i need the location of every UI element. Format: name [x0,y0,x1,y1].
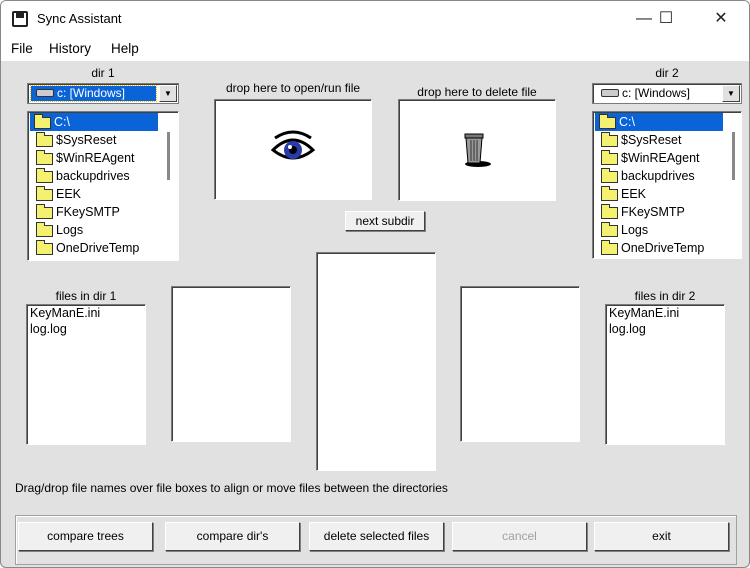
compare-dirs-button[interactable]: compare dir's [165,522,300,551]
eye-icon [270,130,316,160]
tree-item-label: EEK [621,187,647,201]
tree-item-label: $SysReset [621,133,682,147]
trash-icon [464,133,491,167]
next-subdir-button[interactable]: next subdir [345,211,425,231]
dir1-drive-select[interactable]: c: [Windows] ▼ [27,83,179,104]
tree-item[interactable]: C:\ [595,113,723,131]
tree-item[interactable]: OneDriveTemp [32,239,139,257]
tree-item[interactable]: OneDriveTemp [597,239,704,257]
close-button[interactable]: ✕ [698,7,744,31]
cancel-button[interactable]: cancel [452,522,587,551]
status-text: Drag/drop file names over file boxes to … [15,481,448,495]
tree-item-label: backupdrives [56,169,130,183]
drop-open-label: drop here to open/run file [225,81,361,95]
tree-item-label: C:\ [619,115,635,129]
drive-icon [601,89,619,97]
chevron-down-icon[interactable]: ▼ [159,85,177,102]
open-folder-icon [599,114,616,129]
files-dir1-list[interactable]: KeyManE.ini log.log [26,304,146,445]
tree-item-label: FKeySMTP [621,205,685,219]
folder-icon [601,168,618,183]
tree-item[interactable]: FKeySMTP [32,203,120,221]
folder-icon [601,150,618,165]
drop-delete-zone[interactable] [398,99,556,201]
tree-item[interactable]: backupdrives [597,167,695,185]
tree-item-label: OneDriveTemp [621,241,705,255]
dir1-drive-value: c: [Windows] [57,86,126,100]
tree-item[interactable]: backupdrives [32,167,130,185]
list-item[interactable]: log.log [30,322,67,336]
align-box-right[interactable] [460,286,580,442]
folder-icon [601,132,618,147]
exit-button[interactable]: exit [594,522,729,551]
menu-help[interactable]: Help [111,41,139,56]
open-folder-icon [34,114,51,129]
folder-icon [36,186,53,201]
chevron-down-icon[interactable]: ▼ [722,85,740,102]
dir1-label: dir 1 [91,66,115,80]
floppy-disk-icon [12,11,28,27]
tree-item[interactable]: $WinREAgent [597,149,700,167]
menu-history[interactable]: History [49,41,91,56]
dir2-tree[interactable]: C:\ $SysReset $WinREAgent backupdrives EEK FK… [592,111,742,259]
folder-icon [36,132,53,147]
tree-item[interactable]: Logs [32,221,83,239]
tree-item-label: C:\ [54,115,70,129]
drop-delete-label: drop here to delete file [417,85,537,99]
align-box-center[interactable] [316,252,436,471]
scrollbar-thumb[interactable] [732,132,735,180]
tree-item[interactable]: EEK [32,185,81,203]
tree-item[interactable]: $SysReset [32,131,116,149]
app-window: Sync Assistant — ☐ ✕ File History Help d… [0,0,750,568]
list-item[interactable]: log.log [609,322,646,336]
folder-icon [601,240,618,255]
window-title: Sync Assistant [37,11,122,26]
files-dir2-list[interactable]: KeyManE.ini log.log [605,304,725,445]
dir2-drive-value: c: [Windows] [622,86,691,100]
dir2-drive-select[interactable]: c: [Windows] ▼ [592,83,742,104]
dir2-label: dir 2 [655,66,679,80]
tree-item[interactable]: C:\ [30,113,158,131]
menu-file[interactable]: File [11,41,33,56]
tree-item[interactable]: FKeySMTP [597,203,685,221]
dir1-tree[interactable]: C:\ $SysReset $WinREAgent backupdrives EEK FK… [27,111,179,261]
folder-icon [36,222,53,237]
folder-icon [36,168,53,183]
tree-item-label: EEK [56,187,82,201]
delete-selected-files-button[interactable]: delete selected files [309,522,444,551]
folder-icon [36,150,53,165]
scrollbar-thumb[interactable] [167,132,170,180]
files-dir1-label: files in dir 1 [55,289,117,303]
tree-item-label: $WinREAgent [621,151,700,165]
compare-trees-button[interactable]: compare trees [18,522,153,551]
tree-item[interactable]: Logs [597,221,648,239]
title-bar: Sync Assistant — ☐ ✕ [1,1,749,37]
folder-icon [601,204,618,219]
drop-open-zone[interactable] [214,99,372,200]
tree-item[interactable]: $WinREAgent [32,149,135,167]
align-box-left[interactable] [171,286,291,442]
tree-item-label: FKeySMTP [56,205,120,219]
folder-icon [36,204,53,219]
tree-item-label: OneDriveTemp [56,241,140,255]
tree-item-label: backupdrives [621,169,695,183]
drive-icon [36,89,54,97]
list-item[interactable]: KeyManE.ini [609,306,679,320]
menu-bar: File History Help [1,37,749,61]
tree-item-label: $SysReset [56,133,117,147]
tree-item-label: Logs [56,223,84,237]
tree-item-label: Logs [621,223,649,237]
folder-icon [36,240,53,255]
maximize-button[interactable]: ☐ [643,7,689,31]
tree-item[interactable]: EEK [597,185,646,203]
folder-icon [601,186,618,201]
list-item[interactable]: KeyManE.ini [30,306,100,320]
folder-icon [601,222,618,237]
tree-item[interactable]: $SysReset [597,131,681,149]
tree-item-label: $WinREAgent [56,151,135,165]
files-dir2-label: files in dir 2 [634,289,696,303]
